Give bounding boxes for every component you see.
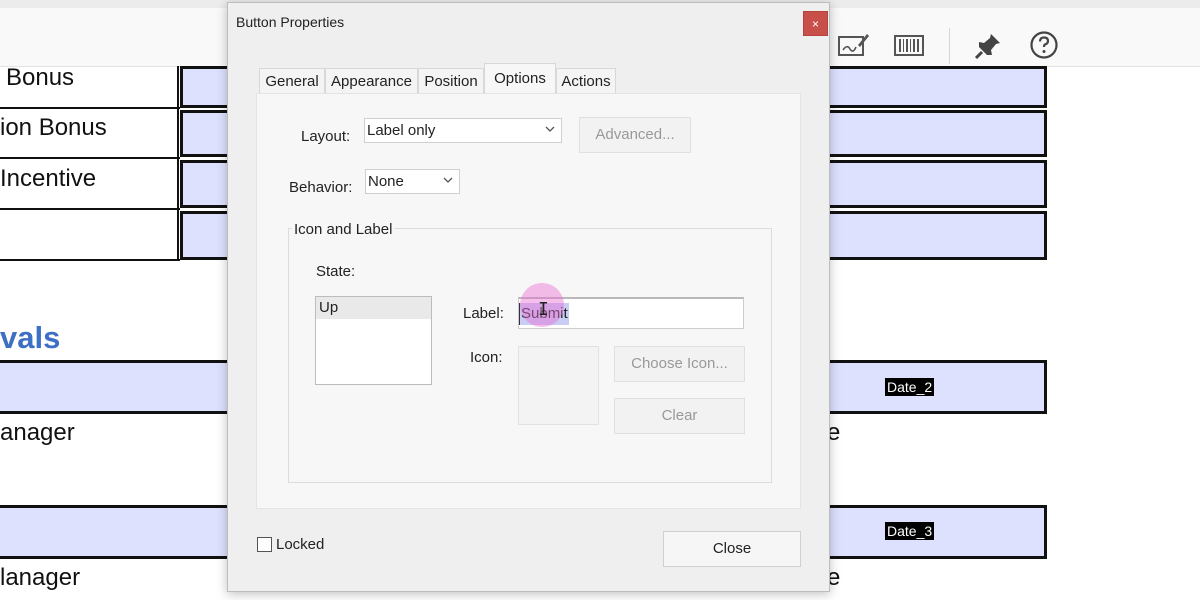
form-field[interactable]	[0, 505, 236, 559]
toolbar-separator	[949, 28, 950, 64]
table-line	[0, 157, 180, 159]
row-label-incentive: Incentive	[0, 165, 97, 192]
date-field-name: Date_2	[885, 378, 935, 396]
form-field[interactable]	[820, 110, 1047, 157]
close-icon[interactable]: ×	[803, 11, 828, 36]
tab-position[interactable]: Position	[418, 68, 484, 94]
section-heading: vals	[0, 320, 61, 355]
date-field-name: Date_3	[885, 522, 935, 540]
manager-label: anager	[0, 419, 75, 446]
behavior-dropdown[interactable]: None	[365, 169, 460, 194]
locked-checkbox[interactable]	[257, 537, 272, 552]
state-label: State:	[316, 263, 356, 280]
tab-appearance[interactable]: Appearance	[325, 68, 418, 94]
form-field[interactable]	[820, 211, 1047, 260]
state-list[interactable]: Up	[315, 296, 432, 385]
behavior-value: None	[368, 173, 404, 190]
table-line	[177, 66, 179, 261]
advanced-button[interactable]: Advanced...	[579, 117, 691, 153]
pin-icon[interactable]	[972, 28, 1006, 62]
tab-general[interactable]: General	[259, 68, 325, 94]
clear-button[interactable]: Clear	[614, 398, 745, 434]
button-properties-dialog: Button Properties × General Appearance P…	[227, 2, 830, 592]
tab-actions[interactable]: Actions	[556, 68, 616, 94]
layout-dropdown[interactable]: Label only	[364, 118, 562, 143]
dialog-title: Button Properties	[236, 14, 345, 30]
sign-icon[interactable]	[836, 28, 870, 62]
row-label-completion-bonus: ion Bonus	[0, 114, 107, 141]
chevron-down-icon	[443, 177, 453, 183]
layout-value: Label only	[367, 122, 436, 139]
label-field-label: Label:	[463, 305, 504, 322]
text-cursor-icon: I	[538, 299, 549, 320]
chevron-down-icon	[545, 126, 555, 132]
behavior-label: Behavior:	[289, 179, 353, 196]
barcode-icon[interactable]	[892, 28, 926, 62]
label-input[interactable]: Submit	[518, 297, 744, 329]
table-line	[0, 107, 180, 109]
icon-label: Icon:	[470, 349, 503, 366]
locked-label: Locked	[276, 536, 325, 553]
form-field[interactable]	[820, 66, 1047, 108]
manager-label: lanager	[0, 564, 81, 591]
close-button[interactable]: Close	[663, 531, 801, 567]
form-field[interactable]	[0, 360, 236, 414]
group-title: Icon and Label	[292, 221, 395, 238]
state-item-up[interactable]: Up	[316, 297, 431, 319]
table-line	[0, 259, 180, 261]
tab-options[interactable]: Options	[484, 63, 556, 95]
screen: Bonus ion Bonus Incentive vals Date_2 an…	[0, 0, 1200, 600]
choose-icon-button[interactable]: Choose Icon...	[614, 346, 745, 382]
help-icon[interactable]	[1027, 28, 1061, 62]
row-label-bonus: Bonus	[6, 64, 75, 91]
form-field[interactable]	[820, 160, 1047, 208]
icon-preview	[518, 346, 599, 425]
layout-label: Layout:	[301, 128, 351, 145]
table-line	[0, 208, 180, 210]
